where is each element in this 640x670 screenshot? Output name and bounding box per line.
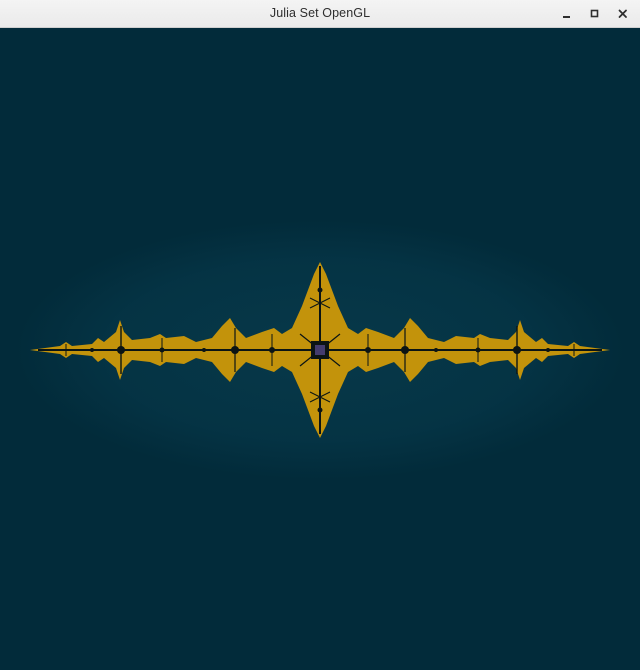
maximize-button[interactable] [582, 2, 608, 26]
close-button[interactable] [610, 2, 636, 26]
julia-core-center [315, 345, 325, 355]
maximize-icon [590, 9, 600, 19]
minimize-icon [562, 9, 572, 19]
julia-set-canvas [15, 220, 625, 480]
app-window: Julia Set OpenGL [0, 0, 640, 670]
close-icon [618, 9, 628, 19]
window-controls [554, 2, 636, 26]
render-viewport[interactable] [0, 28, 640, 670]
minimize-button[interactable] [554, 2, 580, 26]
title-bar[interactable]: Julia Set OpenGL [0, 0, 640, 28]
window-title: Julia Set OpenGL [269, 6, 371, 20]
